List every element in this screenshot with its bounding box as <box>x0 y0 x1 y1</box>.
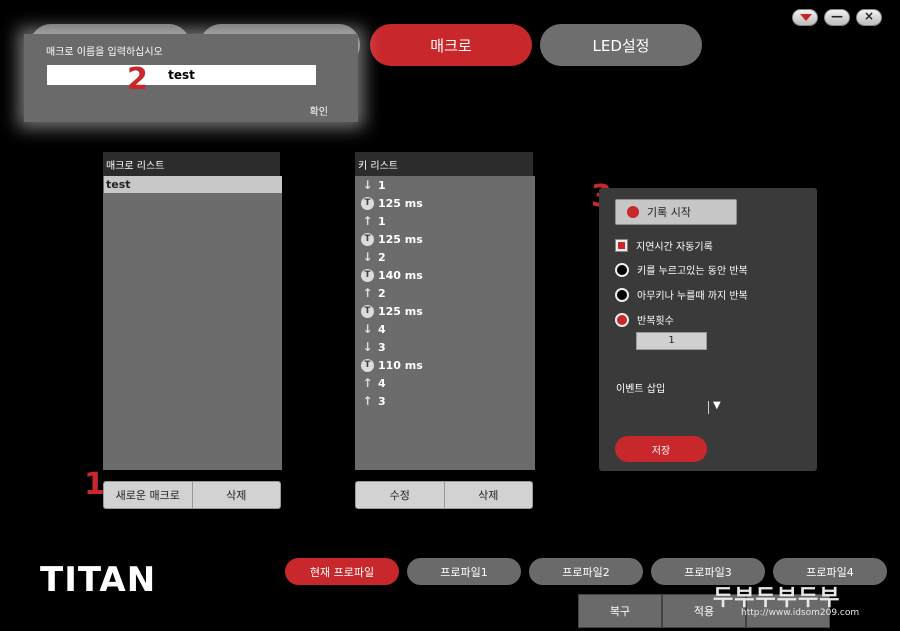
event-insert-dropdown[interactable]: ▼ <box>616 400 724 415</box>
key-list-item[interactable]: T 140 ms <box>361 266 423 284</box>
timer-icon: T <box>361 196 374 210</box>
key-list-item[interactable]: T 125 ms <box>361 302 423 320</box>
auto-delay-checkbox[interactable]: 지연시간 자동기록 <box>615 238 713 253</box>
key-list-item[interactable]: T 110 ms <box>361 356 423 374</box>
timer-icon: T <box>361 268 374 282</box>
macro-name-input[interactable]: test <box>47 65 316 85</box>
arrow-up-icon: ↑ <box>362 394 373 408</box>
minimize-button[interactable]: — <box>824 9 850 26</box>
key-list-item-text: 125 ms <box>378 304 423 318</box>
key-list-item[interactable]: ↓ 4 <box>361 320 386 338</box>
event-insert-label: 이벤트 삽입 <box>616 384 666 395</box>
restore-button[interactable]: 복구 <box>578 594 662 628</box>
step-2-label: 2 <box>127 62 148 97</box>
profile-tab-2[interactable]: 프로파일2 <box>529 558 643 585</box>
key-list-item[interactable]: ↑ 1 <box>361 212 386 230</box>
key-list-item-text: 2 <box>378 250 386 264</box>
key-list-item[interactable]: T 125 ms <box>361 230 423 248</box>
key-list-item-text: 3 <box>378 340 386 354</box>
key-list-item[interactable]: ↑ 3 <box>361 392 386 410</box>
key-list-item-text: 125 ms <box>378 196 423 210</box>
arrow-up-icon: ↑ <box>362 376 373 390</box>
minimize-icon: — <box>831 9 843 23</box>
key-list-item[interactable]: ↓ 1 <box>361 176 386 194</box>
key-list-item[interactable]: ↓ 2 <box>361 248 386 266</box>
dialog-prompt: 매크로 이름을 입력하십시오 <box>46 47 163 58</box>
close-icon: × <box>863 9 875 23</box>
save-button[interactable]: 저장 <box>615 436 707 462</box>
edit-key-button[interactable]: 수정 <box>356 482 444 508</box>
macro-name-dialog: 매크로 이름을 입력하십시오 test 확인 <box>24 34 358 122</box>
radio-selected-icon <box>615 312 629 327</box>
close-button[interactable]: × <box>856 9 882 26</box>
key-list-item-text: 1 <box>378 178 386 192</box>
macro-list-buttons: 새로운 매크로 삭제 <box>103 481 281 509</box>
dropdown-arrow-icon: ▼ <box>713 400 721 411</box>
step-1-label: 1 <box>84 467 105 502</box>
key-list-item-text: 4 <box>378 322 386 336</box>
key-list-item-text: 140 ms <box>378 268 423 282</box>
arrow-down-icon: ↓ <box>362 250 373 264</box>
timer-icon: T <box>361 304 374 318</box>
record-panel <box>599 188 817 471</box>
radio-icon <box>615 287 629 302</box>
arrow-down-icon: ↓ <box>362 178 373 192</box>
key-list-item-text: 4 <box>378 376 386 390</box>
macro-list[interactable] <box>103 176 282 470</box>
key-list-header: 키 리스트 <box>355 152 533 176</box>
key-list-item-text: 125 ms <box>378 232 423 246</box>
titan-logo: TITAN <box>40 560 157 600</box>
timer-icon: T <box>361 358 374 372</box>
key-list-item-text: 2 <box>378 286 386 300</box>
key-list-item-text: 1 <box>378 214 386 228</box>
tab-macro[interactable]: 매크로 <box>370 24 532 66</box>
delete-key-button[interactable]: 삭제 <box>443 482 533 508</box>
menu-dropdown-button[interactable] <box>792 9 818 26</box>
key-list-item-text: 110 ms <box>378 358 423 372</box>
record-start-button[interactable]: 기록 시작 <box>615 199 737 225</box>
new-macro-button[interactable]: 새로운 매크로 <box>104 482 192 508</box>
key-list-item[interactable]: ↓ 3 <box>361 338 386 356</box>
watermark: 두부두부두부 http://www.idsom209.com <box>713 586 860 618</box>
repeat-while-pressed-radio[interactable]: 키를 누르고있는 동안 반복 <box>615 262 748 277</box>
confirm-button[interactable]: 확인 <box>310 103 328 118</box>
key-list-buttons: 수정 삭제 <box>355 481 533 509</box>
record-icon <box>627 206 639 218</box>
repeat-until-key-radio[interactable]: 아무키나 누를때 까지 반복 <box>615 287 748 302</box>
profile-tab-1[interactable]: 프로파일1 <box>407 558 521 585</box>
key-list-item[interactable]: ↑ 2 <box>361 284 386 302</box>
checkbox-checked-icon <box>615 239 628 252</box>
arrow-down-icon: ↓ <box>362 340 373 354</box>
macro-list-header: 매크로 리스트 <box>103 152 280 176</box>
arrow-down-icon: ↓ <box>362 322 373 336</box>
radio-icon <box>615 262 629 277</box>
arrow-up-icon: ↑ <box>362 286 373 300</box>
profile-tab-current[interactable]: 현재 프로파일 <box>285 558 399 585</box>
repeat-count-radio[interactable]: 반복횟수 <box>615 312 674 327</box>
delete-macro-button[interactable]: 삭제 <box>191 482 281 508</box>
macro-list-item[interactable]: test <box>104 176 282 193</box>
key-list-item-text: 3 <box>378 394 386 408</box>
key-list-item[interactable]: T 125 ms <box>361 194 423 212</box>
repeat-count-input[interactable]: 1 <box>636 332 707 350</box>
arrow-up-icon: ↑ <box>362 214 373 228</box>
timer-icon: T <box>361 232 374 246</box>
tab-led-settings[interactable]: LED설정 <box>540 24 702 66</box>
triangle-down-icon <box>800 14 812 21</box>
key-list-item[interactable]: ↑ 4 <box>361 374 386 392</box>
